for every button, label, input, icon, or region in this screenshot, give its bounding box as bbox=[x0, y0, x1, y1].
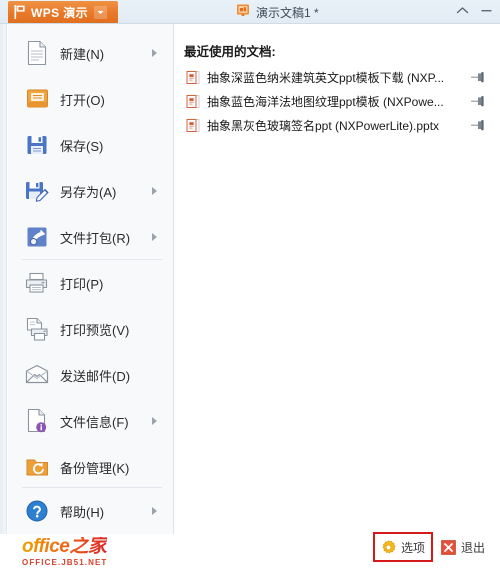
document-title: 演示文稿1 * bbox=[256, 5, 319, 20]
recent-document-name: 抽象深蓝色纳米建筑英文ppt模板下载 (NXP... bbox=[207, 70, 445, 85]
menu-item-send-mail[interactable]: 发送邮件(D) bbox=[8, 352, 174, 398]
title-bar: WPS 演示 演示文稿1 * bbox=[0, 0, 500, 24]
pin-icon[interactable] bbox=[471, 119, 486, 131]
menu-item-label: 文件信息(F) bbox=[60, 414, 129, 430]
menu-item-label: 另存为(A) bbox=[60, 184, 117, 200]
options-button[interactable]: 选项 bbox=[375, 534, 431, 560]
menu-item-save-as[interactable]: 另存为(A) bbox=[8, 168, 174, 214]
close-x-icon bbox=[441, 539, 456, 555]
print-preview-icon bbox=[22, 317, 52, 342]
recent-document-item[interactable]: 抽象深蓝色纳米建筑英文ppt模板下载 (NXP... bbox=[180, 65, 495, 89]
caret-down-icon[interactable] bbox=[94, 5, 108, 19]
menu-item-label: 备份管理(K) bbox=[60, 460, 130, 476]
submenu-arrow-icon bbox=[152, 187, 157, 195]
submenu-arrow-icon bbox=[152, 49, 157, 57]
recent-document-item[interactable]: 抽象蓝色海洋法地图纹理ppt模板 (NXPowe... bbox=[180, 89, 495, 113]
menu-item-save[interactable]: 保存(S) bbox=[8, 122, 174, 168]
recent-document-name: 抽象黑灰色玻璃签名ppt (NXPowerLite).pptx bbox=[207, 118, 440, 133]
submenu-arrow-icon bbox=[152, 507, 157, 515]
presentation-icon bbox=[236, 3, 250, 22]
document-title-area: 演示文稿1 * bbox=[236, 3, 319, 21]
minimize-button[interactable] bbox=[476, 2, 496, 20]
envelope-icon bbox=[22, 364, 52, 386]
recent-document-name: 抽象蓝色海洋法地图纹理ppt模板 (NXPowe... bbox=[207, 94, 444, 109]
gear-icon bbox=[381, 539, 396, 555]
menu-item-label: 文件打包(R) bbox=[60, 230, 131, 246]
collapse-ribbon-button[interactable] bbox=[452, 2, 472, 20]
menu-item-label: 打开(O) bbox=[60, 92, 105, 108]
wps-app-button[interactable]: WPS 演示 bbox=[8, 1, 118, 23]
menu-item-help[interactable]: 帮助(H) bbox=[8, 488, 174, 534]
menu-item-print-preview[interactable]: 打印预览(V) bbox=[8, 306, 174, 352]
watermark-title: office之家 bbox=[22, 536, 107, 557]
recent-documents-heading: 最近使用的文档: bbox=[184, 45, 276, 59]
wps-app-button-label: WPS 演示 bbox=[31, 5, 89, 20]
new-document-icon bbox=[22, 40, 52, 66]
flag-icon bbox=[14, 5, 26, 19]
file-menu-panel: 新建(N) 打开(O) 保存(S) 另存为(A) 文件打包(R) 打印(P) 打… bbox=[0, 24, 500, 534]
menu-item-label: 新建(N) bbox=[60, 46, 105, 62]
pin-icon[interactable] bbox=[471, 71, 486, 83]
recent-document-item[interactable]: 抽象黑灰色玻璃签名ppt (NXPowerLite).pptx bbox=[180, 113, 495, 137]
printer-icon bbox=[22, 271, 52, 295]
menu-item-label: 保存(S) bbox=[60, 138, 104, 154]
minimize-icon bbox=[480, 2, 493, 20]
menu-item-open[interactable]: 打开(O) bbox=[8, 76, 174, 122]
submenu-arrow-icon bbox=[152, 417, 157, 425]
pptx-file-icon bbox=[186, 94, 200, 109]
open-folder-icon bbox=[22, 87, 52, 111]
site-watermark: office之家 OFFICE.JB51.NET bbox=[22, 536, 108, 568]
menu-item-label: 发送邮件(D) bbox=[60, 368, 131, 384]
menu-item-file-package[interactable]: 文件打包(R) bbox=[8, 214, 174, 260]
menu-item-label: 打印预览(V) bbox=[60, 322, 130, 338]
recent-documents-panel: 最近使用的文档: 抽象深蓝色纳米建筑英文ppt模板下载 (NXP... 抽象蓝色… bbox=[175, 24, 500, 534]
submenu-arrow-icon bbox=[152, 233, 157, 241]
save-disk-icon bbox=[22, 133, 52, 157]
save-as-disk-icon bbox=[22, 179, 52, 203]
menu-item-label: 帮助(H) bbox=[60, 504, 105, 520]
menu-item-print[interactable]: 打印(P) bbox=[8, 260, 174, 306]
menu-item-label: 打印(P) bbox=[60, 276, 104, 292]
pptx-file-icon bbox=[186, 118, 200, 133]
file-info-icon bbox=[22, 408, 52, 434]
file-menu-sidebar: 新建(N) 打开(O) 保存(S) 另存为(A) 文件打包(R) 打印(P) 打… bbox=[8, 24, 174, 534]
chevron-up-icon bbox=[456, 2, 469, 20]
menu-item-backup-manage[interactable]: 备份管理(K) bbox=[8, 444, 174, 490]
backup-folder-icon bbox=[22, 456, 52, 478]
watermark-url: OFFICE.JB51.NET bbox=[22, 558, 108, 567]
menu-item-new[interactable]: 新建(N) bbox=[8, 30, 174, 76]
options-label: 选项 bbox=[400, 540, 425, 555]
file-package-icon bbox=[22, 225, 52, 249]
exit-label: 退出 bbox=[461, 540, 486, 555]
panel-left-rail bbox=[0, 24, 7, 534]
pin-icon[interactable] bbox=[471, 95, 486, 107]
help-question-icon bbox=[22, 499, 52, 523]
exit-button[interactable]: 退出 bbox=[441, 534, 495, 560]
pptx-file-icon bbox=[186, 70, 200, 85]
menu-item-file-info[interactable]: 文件信息(F) bbox=[8, 398, 174, 444]
